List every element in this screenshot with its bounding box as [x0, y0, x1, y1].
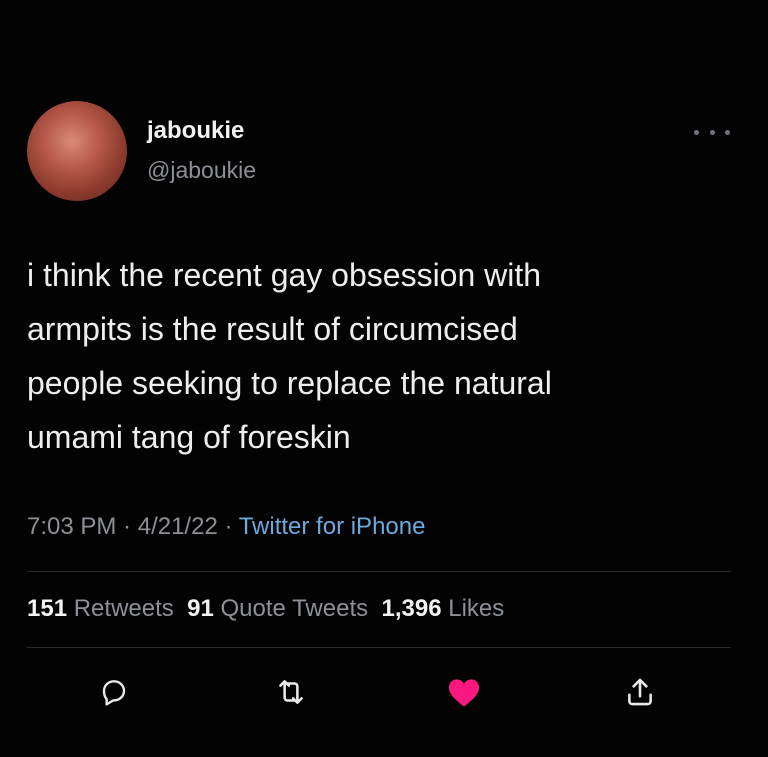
likes-count: 1,396	[381, 595, 442, 622]
quote-tweets-count: 91	[187, 595, 214, 622]
retweet-icon	[279, 680, 303, 704]
share-icon	[628, 678, 652, 706]
tweet-meta: 7:03 PM · 4/21/22 · Twitter for iPhone	[27, 511, 425, 543]
like-button[interactable]	[444, 672, 484, 712]
meta-separator: ·	[116, 513, 138, 540]
tweet-text: i think the recent gay obsession with ar…	[27, 257, 552, 455]
tweet-source[interactable]: Twitter for iPhone	[239, 513, 426, 540]
share-button[interactable]	[620, 672, 660, 712]
tweet-date[interactable]: 4/21/22	[138, 513, 218, 540]
meta-separator: ·	[217, 513, 239, 540]
dot	[725, 129, 730, 135]
tweet-time[interactable]: 7:03 PM	[27, 513, 116, 540]
tweet-stats: 151 Retweets 91 Quote Tweets 1,396 Likes	[27, 593, 504, 625]
retweets-label: Retweets	[73, 595, 174, 622]
divider	[27, 647, 731, 648]
avatar[interactable]	[27, 101, 127, 201]
reply-icon	[102, 680, 126, 706]
retweets-stat[interactable]: 151 Retweets	[27, 595, 174, 622]
divider	[27, 571, 731, 572]
dot	[694, 129, 699, 135]
author-handle[interactable]: @jaboukie	[147, 156, 256, 184]
likes-stat[interactable]: 1,396 Likes	[381, 595, 504, 622]
author-display-name[interactable]: jaboukie	[147, 117, 244, 145]
quote-tweets-stat[interactable]: 91 Quote Tweets	[187, 595, 368, 622]
quote-tweets-label: Quote Tweets	[220, 595, 369, 622]
retweets-count: 151	[27, 595, 68, 622]
dot	[709, 129, 715, 135]
retweet-button[interactable]	[271, 672, 311, 712]
reply-button[interactable]	[94, 672, 134, 712]
heart-icon	[448, 679, 480, 707]
more-options-icon[interactable]	[694, 122, 730, 142]
likes-label: Likes	[448, 595, 505, 622]
tweet-card: jaboukie @jaboukie i think the recent ga…	[0, 0, 768, 757]
